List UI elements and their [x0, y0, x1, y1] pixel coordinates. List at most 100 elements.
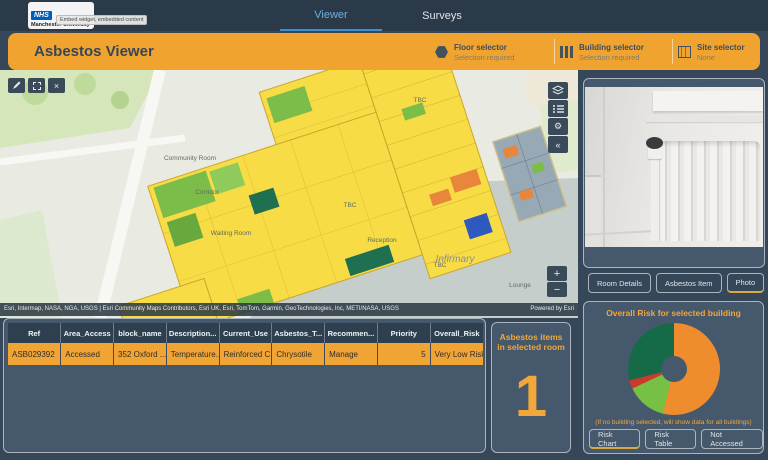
selection-box-icon	[33, 82, 41, 90]
col-ref[interactable]: Ref	[8, 323, 61, 343]
cell-priority[interactable]: 5	[377, 343, 430, 365]
select-area-button[interactable]	[28, 78, 45, 93]
floor-selector-value: Selection required	[454, 53, 514, 62]
risk-panel: Overall Risk for selected building (If n…	[583, 301, 764, 454]
legend-button[interactable]	[548, 100, 568, 117]
table-header-row: Ref Area_Access block_name Description..…	[8, 323, 483, 343]
floor-selector[interactable]: Floor selector Selection required	[435, 38, 549, 66]
tab-not-accessed[interactable]: Not Accessed	[701, 429, 763, 449]
main-tabs: Viewer Surveys	[280, 0, 496, 31]
room-summary-title: Asbestos items in selected room	[492, 332, 570, 352]
zoom-out-button[interactable]: −	[547, 282, 567, 297]
zoom-in-button[interactable]: +	[547, 266, 567, 281]
col-priority[interactable]: Priority	[377, 323, 430, 343]
door-panel	[585, 175, 601, 247]
risk-donut	[628, 323, 720, 415]
tab-risk-table[interactable]: Risk Table	[645, 429, 696, 449]
building-selector[interactable]: Building selector Selection required	[560, 38, 668, 66]
col-block-name[interactable]: block_name	[114, 323, 167, 343]
pencil-icon	[12, 81, 21, 90]
map-area-label: Infirmary	[436, 254, 476, 265]
site-selector-value: None	[697, 53, 745, 62]
cell-asbestos-type[interactable]: Chrysotile	[272, 343, 325, 365]
site-selector-label: Site selector	[697, 43, 745, 53]
col-recommendation[interactable]: Recommen...	[325, 323, 378, 343]
clear-selection-button[interactable]: ×	[48, 78, 65, 93]
asbestos-table-panel: Ref Area_Access block_name Description..…	[3, 318, 486, 453]
col-description[interactable]: Description...	[166, 323, 219, 343]
draw-button[interactable]	[8, 78, 25, 93]
cell-area-access[interactable]: Accessed	[61, 343, 114, 365]
risk-tabs: Risk Chart Risk Table Not Accessed	[589, 429, 763, 449]
room-label: TBC	[414, 97, 427, 104]
photo-panel	[583, 78, 765, 268]
attribution-text: Esri, Intermap, NASA, NGA, USGS | Esri C…	[4, 303, 399, 316]
hexagon-icon	[435, 46, 448, 59]
tab-photo[interactable]: Photo	[727, 273, 765, 293]
asbestos-photo	[585, 87, 763, 247]
building-selector-value: Selection required	[579, 53, 644, 62]
collapse-panel-button[interactable]: «	[548, 136, 568, 153]
room-label: TBC	[344, 202, 357, 209]
cell-ref[interactable]: ASB029392	[8, 343, 61, 365]
site-icon	[678, 46, 691, 58]
detail-tabs: Room Details Asbestos Item Photo	[588, 273, 764, 293]
col-overall-risk[interactable]: Overall_Risk	[430, 323, 483, 343]
gear-icon: ⚙	[554, 121, 562, 132]
room-label: Community Room	[164, 155, 216, 162]
tab-viewer[interactable]: Viewer	[280, 0, 382, 31]
powered-by-esri: Powered by Esri	[522, 303, 574, 316]
valve-knob	[646, 137, 663, 149]
map-toolbar-left: ×	[8, 78, 65, 93]
donut-hole	[661, 356, 687, 382]
selector-divider	[554, 39, 555, 64]
layers-button[interactable]	[548, 82, 568, 99]
floor-selector-label: Floor selector	[454, 43, 514, 53]
room-label: Waiting Room	[211, 230, 252, 237]
cell-current-use[interactable]: Reinforced C...	[219, 343, 272, 365]
col-current-use[interactable]: Current_Use	[219, 323, 272, 343]
room-label: Lounge	[509, 282, 531, 289]
collapse-icon: «	[555, 140, 560, 150]
room-label: Reception	[367, 237, 397, 244]
map-attribution: Esri, Intermap, NASA, NGA, USGS | Esri C…	[0, 303, 578, 316]
settings-button[interactable]: ⚙	[548, 118, 568, 135]
room-summary-count: 1	[492, 358, 570, 436]
wall-edge	[603, 87, 605, 247]
nhs-logo-icon: NHS	[31, 11, 52, 20]
embed-widget-tooltip: Embed widget, embedded content	[56, 15, 147, 25]
tab-surveys[interactable]: Surveys	[388, 0, 496, 31]
table-row[interactable]: ASB029392 Accessed 352 Oxford ... Temper…	[8, 343, 483, 365]
room-label: Corridor	[195, 189, 219, 196]
layers-icon	[552, 85, 564, 96]
cell-overall-risk[interactable]: Very Low Risk	[430, 343, 483, 365]
cell-description[interactable]: Temperature...	[166, 343, 219, 365]
tab-risk-chart[interactable]: Risk Chart	[589, 429, 640, 449]
title-bar: Asbestos Viewer Floor selector Selection…	[8, 33, 760, 70]
close-icon: ×	[54, 81, 59, 91]
selector-divider	[672, 39, 673, 64]
asbestos-table: Ref Area_Access block_name Description..…	[8, 323, 483, 365]
map-zoom-control: + −	[547, 266, 567, 297]
map-canvas[interactable]: TBC Community Room Corridor TBC Waiting …	[0, 70, 578, 318]
map-svg: TBC Community Room Corridor TBC Waiting …	[0, 70, 578, 318]
room-summary-card: Asbestos items in selected room 1	[491, 322, 571, 453]
building-icon	[560, 46, 573, 58]
top-bar: NHS Manchester University NHS Foundation…	[0, 0, 768, 31]
window-sill	[653, 91, 763, 111]
col-area-access[interactable]: Area_Access	[61, 323, 114, 343]
risk-panel-note: (If no building selected, will show data…	[584, 419, 763, 426]
map-toolbar-right: ⚙ «	[548, 82, 568, 153]
cell-block-name[interactable]: 352 Oxford ...	[114, 343, 167, 365]
col-asbestos-type[interactable]: Asbestos_T...	[272, 323, 325, 343]
legend-icon	[552, 104, 564, 114]
page-title: Asbestos Viewer	[34, 43, 154, 60]
building-selector-label: Building selector	[579, 43, 644, 53]
window-ledge	[646, 115, 763, 122]
radiator	[658, 141, 760, 241]
site-selector[interactable]: Site selector None	[678, 38, 764, 66]
radiator-pipe	[651, 155, 659, 241]
tab-asbestos-item[interactable]: Asbestos Item	[656, 273, 722, 293]
tab-room-details[interactable]: Room Details	[588, 273, 651, 293]
cell-recommendation[interactable]: Manage	[325, 343, 378, 365]
